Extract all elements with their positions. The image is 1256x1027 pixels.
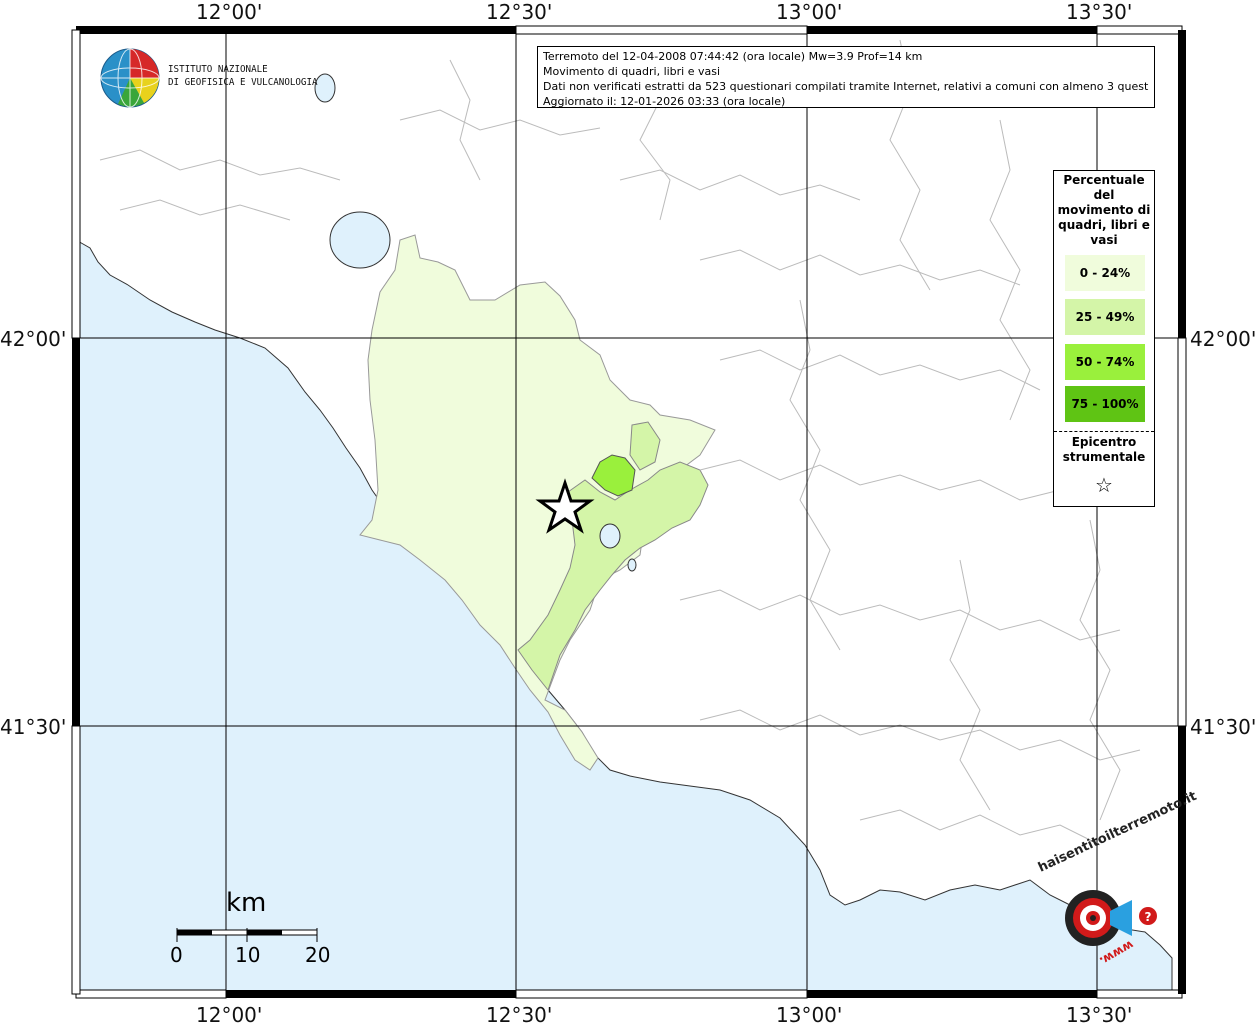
legend-label-50-74: 50 - 74% [1075, 355, 1135, 369]
lat-label-right-1: 42°00' [1190, 327, 1256, 351]
event-info-line1: Terremoto del 12-04-2008 07:44:42 (ora l… [543, 50, 923, 63]
legend-swatch-75-100: 75 - 100% [1065, 386, 1145, 422]
lon-label-bottom-1: 12°00' [196, 1003, 263, 1027]
lon-label-top-4: 13°30' [1066, 0, 1133, 24]
lon-label-top-2: 12°30' [486, 0, 553, 24]
event-info-line3: Dati non verificati estratti da 523 ques… [543, 80, 1149, 93]
scale-tick-20: 20 [305, 943, 331, 967]
event-info-line2: Movimento di quadri, libri e vasi [543, 65, 721, 78]
legend-swatch-0-24: 0 - 24% [1065, 255, 1145, 291]
scale-tick-10: 10 [235, 943, 261, 967]
lon-label-bottom-4: 13°30' [1066, 1003, 1133, 1027]
lon-label-top-3: 13°00' [776, 0, 843, 24]
legend-epicenter-star-icon: ☆ [1095, 473, 1113, 497]
lake-albano [599, 523, 621, 549]
lake-nemi [627, 558, 637, 572]
legend-label-0-24: 0 - 24% [1079, 266, 1131, 280]
legend-label-75-100: 75 - 100% [1071, 397, 1139, 411]
scale-unit-label: km [226, 888, 267, 918]
lake-bracciano [329, 211, 391, 269]
lon-label-bottom-3: 13°00' [776, 1003, 843, 1027]
event-info-line4: Aggiornato il: 12-01-2026 03:33 (ora loc… [543, 95, 786, 108]
lon-label-top-1: 12°00' [196, 0, 263, 24]
legend-epicenter-label: Epicentro strumentale [1062, 435, 1146, 464]
legend-separator [1054, 431, 1154, 432]
ingv-logo-line2: DI GEOFISICA E VULCANOLOGIA [168, 77, 318, 88]
legend-swatch-25-49: 25 - 49% [1065, 299, 1145, 335]
lon-label-bottom-2: 12°30' [486, 1003, 553, 1027]
ingv-logo-line1: ISTITUTO NAZIONALE [168, 64, 268, 75]
event-info-box: Terremoto del 12-04-2008 07:44:42 (ora l… [537, 46, 1155, 108]
ingv-logo-text: ISTITUTO NAZIONALE DI GEOFISICA E VULCAN… [168, 63, 318, 89]
svg-text:?: ? [1145, 910, 1152, 924]
lat-label-left-1: 42°00' [0, 327, 67, 351]
lake-bolsena-small [314, 73, 336, 103]
scale-tick-0: 0 [170, 943, 183, 967]
legend-label-25-49: 25 - 49% [1075, 310, 1135, 324]
lat-label-right-2: 41°30' [1190, 715, 1256, 739]
legend-title: Percentuale del movimento di quadri, lib… [1057, 173, 1151, 247]
legend: Percentuale del movimento di quadri, lib… [1053, 170, 1155, 507]
legend-swatch-50-74: 50 - 74% [1065, 344, 1145, 380]
lat-label-left-2: 41°30' [0, 715, 67, 739]
